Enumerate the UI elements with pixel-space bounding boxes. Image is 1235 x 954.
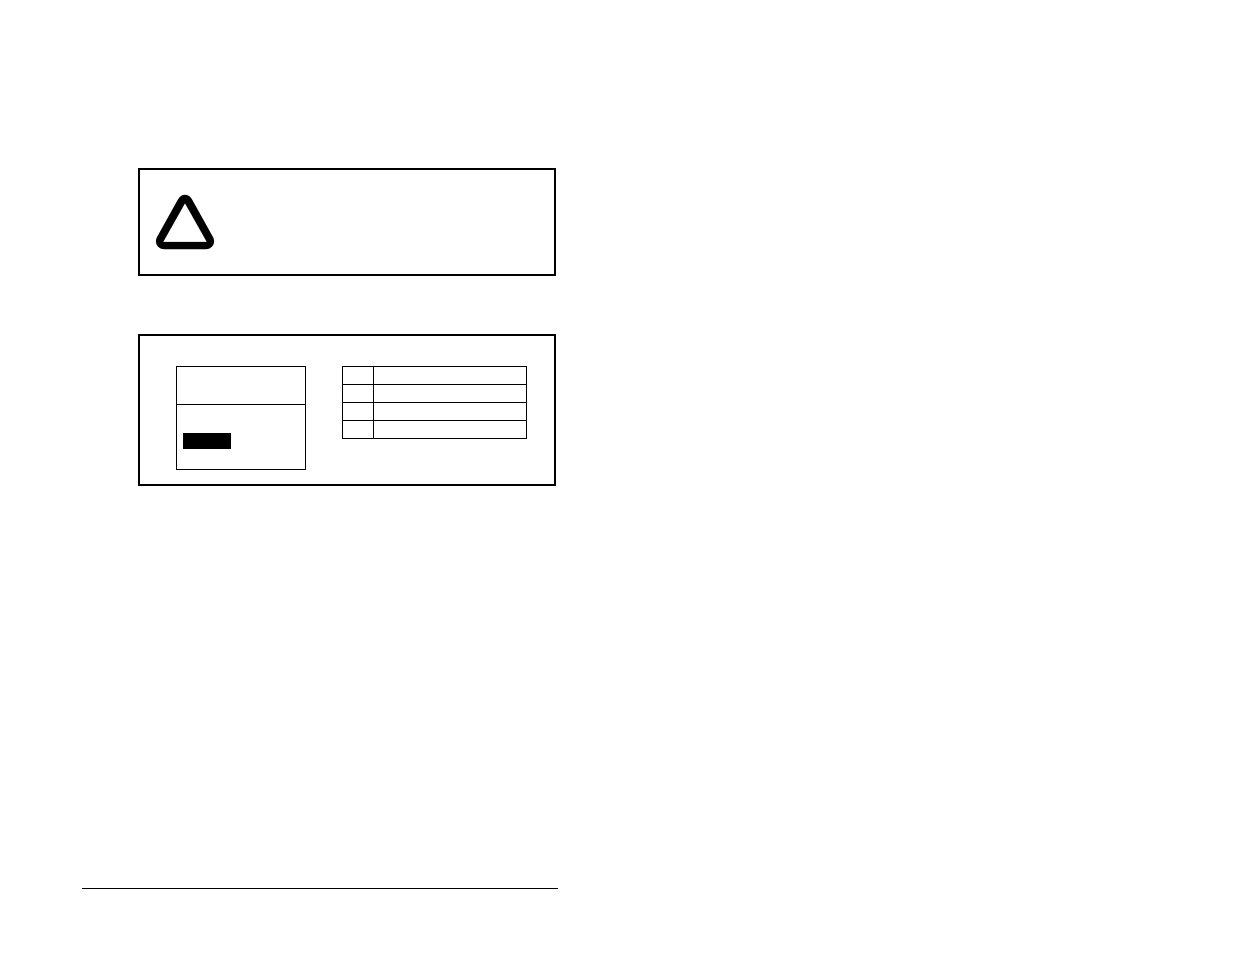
table-row [343, 421, 527, 439]
nameplate-model-block [183, 433, 231, 449]
left-table-row [177, 405, 305, 469]
table-cell [343, 403, 374, 421]
left-inner-table [176, 366, 306, 470]
nameplate-box [138, 334, 556, 486]
table-row [343, 367, 527, 385]
table-cell [343, 421, 374, 439]
warning-triangle-icon [150, 187, 220, 257]
table-cell [343, 385, 374, 403]
table-cell [373, 367, 527, 385]
content-column [138, 168, 558, 486]
table-cell [373, 385, 527, 403]
left-table-row [177, 367, 305, 405]
table-cell [373, 421, 527, 439]
table-row [343, 403, 527, 421]
footer-rule [82, 888, 558, 889]
spacer [138, 276, 558, 334]
table-row [343, 385, 527, 403]
page [0, 0, 1235, 954]
notice-box [138, 168, 556, 276]
table-cell [373, 403, 527, 421]
table-cell [343, 367, 374, 385]
right-inner-table [342, 366, 527, 439]
